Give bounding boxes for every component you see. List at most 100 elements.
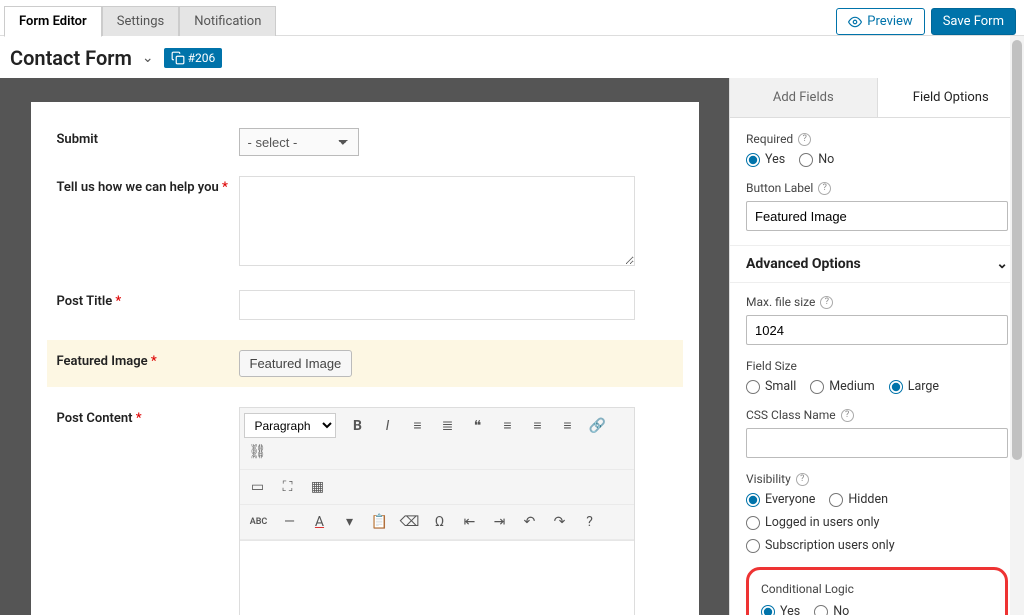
field-post-title[interactable]: Post Title * [57, 290, 673, 320]
rich-text-editor: Paragraph B I ≡ ≣ ❝ ≡ ≡ ≡ 🔗 ⛓ [239, 407, 635, 615]
tab-notification[interactable]: Notification [179, 6, 276, 36]
more-icon[interactable]: ▭ [244, 475, 272, 499]
eye-icon [848, 15, 862, 29]
opt-required: Required? Yes No [746, 132, 1008, 167]
radio-vis-everyone[interactable]: Everyone [746, 492, 815, 507]
paste-icon[interactable]: 📋 [366, 510, 394, 534]
redo-icon[interactable]: ↷ [546, 510, 574, 534]
radio-required-yes[interactable]: Yes [746, 152, 785, 167]
blockquote-icon[interactable]: ❝ [464, 414, 492, 438]
main-tabs: Form Editor Settings Notification [4, 6, 276, 36]
radio-cond-yes[interactable]: Yes [761, 604, 800, 615]
chevron-down-icon: ⌄ [996, 256, 1008, 272]
sidebar: Add Fields Field Options Required? Yes N… [729, 78, 1024, 615]
opt-css-class: CSS Class Name? [746, 408, 1008, 458]
number-list-icon[interactable]: ≣ [434, 414, 462, 438]
radio-vis-hidden[interactable]: Hidden [829, 492, 888, 507]
link-icon[interactable]: 🔗 [584, 414, 612, 438]
field-submit[interactable]: Submit - select - [57, 128, 673, 156]
special-char-icon[interactable]: Ω [426, 510, 454, 534]
css-class-input[interactable] [746, 428, 1008, 458]
radio-vis-sub[interactable]: Subscription users only [746, 538, 895, 553]
radio-required-no[interactable]: No [799, 152, 834, 167]
text-color-icon[interactable]: A [306, 510, 334, 534]
help-textarea[interactable] [239, 176, 635, 266]
field-help[interactable]: Tell us how we can help you * [57, 176, 673, 270]
preview-button[interactable]: Preview [836, 8, 924, 35]
undo-icon[interactable]: ↶ [516, 510, 544, 534]
visibility-label: Visibility [746, 472, 791, 486]
form-title-row: Contact Form ⌄ #206 [0, 36, 1024, 78]
canvas-wrap: Submit - select - Tell us how we can hel… [0, 78, 729, 615]
toolbar-toggle-icon[interactable]: ▦ [304, 475, 332, 499]
help-icon[interactable]: ? [576, 510, 604, 534]
top-bar: Form Editor Settings Notification Previe… [0, 0, 1024, 36]
help-icon[interactable]: ? [798, 133, 811, 146]
tab-field-options[interactable]: Field Options [877, 78, 1024, 117]
max-size-label: Max. file size [746, 295, 815, 309]
button-label-input[interactable] [746, 201, 1008, 231]
save-form-button[interactable]: Save Form [931, 8, 1016, 35]
help-icon[interactable]: ? [818, 182, 831, 195]
advanced-options-header[interactable]: Advanced Options ⌄ [730, 245, 1024, 283]
button-label-label: Button Label [746, 181, 813, 195]
editor-toolbar: Paragraph B I ≡ ≣ ❝ ≡ ≡ ≡ 🔗 ⛓ [240, 408, 634, 541]
strikethrough-icon[interactable]: ABC [244, 510, 274, 534]
cond-label: Conditional Logic [761, 582, 993, 596]
scrollbar-thumb[interactable] [1012, 40, 1022, 460]
indent-icon[interactable]: ⇥ [486, 510, 514, 534]
field-featured-image[interactable]: Featured Image * Featured Image [47, 340, 683, 387]
field-size-label: Field Size [746, 359, 797, 373]
align-right-icon[interactable]: ≡ [554, 414, 582, 438]
conditional-logic-box: Conditional Logic Yes No Submit is - sel… [746, 567, 1008, 615]
field-post-content[interactable]: Post Content * Paragraph B I ≡ ≣ ❝ ≡ [57, 407, 673, 615]
hr-icon[interactable]: — [276, 510, 304, 534]
radio-vis-logged[interactable]: Logged in users only [746, 515, 879, 530]
opt-max-size: Max. file size? [746, 295, 1008, 345]
required-label: Required [746, 132, 793, 146]
caret-icon[interactable]: ▾ [336, 510, 364, 534]
css-class-label: CSS Class Name [746, 408, 836, 422]
scrollbar-track[interactable] [1010, 36, 1024, 615]
opt-button-label: Button Label? [746, 181, 1008, 231]
clear-format-icon[interactable]: ⌫ [396, 510, 424, 534]
fullscreen-icon[interactable]: ⛶ [274, 475, 302, 499]
tab-settings[interactable]: Settings [102, 6, 179, 36]
preview-label: Preview [867, 14, 912, 29]
radio-size-medium[interactable]: Medium [810, 379, 874, 394]
submit-select[interactable]: - select - [239, 128, 359, 156]
radio-size-small[interactable]: Small [746, 379, 796, 394]
shortcode-text: #206 [188, 51, 216, 65]
featured-image-button[interactable]: Featured Image [239, 350, 353, 377]
bold-icon[interactable]: B [344, 414, 372, 438]
align-center-icon[interactable]: ≡ [524, 414, 552, 438]
chevron-down-icon[interactable]: ⌄ [142, 50, 154, 66]
align-left-icon[interactable]: ≡ [494, 414, 522, 438]
italic-icon[interactable]: I [374, 414, 402, 438]
label-help: Tell us how we can help you * [57, 176, 239, 195]
unlink-icon[interactable]: ⛓ [244, 440, 272, 464]
help-icon[interactable]: ? [796, 473, 809, 486]
help-icon[interactable]: ? [820, 296, 833, 309]
label-post-title: Post Title * [57, 290, 239, 309]
radio-size-large[interactable]: Large [889, 379, 939, 394]
label-post-content: Post Content * [57, 407, 239, 426]
copy-icon [171, 51, 185, 65]
radio-cond-no[interactable]: No [814, 604, 849, 615]
shortcode-badge[interactable]: #206 [164, 48, 223, 68]
main-area: Submit - select - Tell us how we can hel… [0, 78, 1024, 615]
label-featured-image: Featured Image * [57, 350, 239, 369]
help-icon[interactable]: ? [841, 409, 854, 422]
bullet-list-icon[interactable]: ≡ [404, 414, 432, 438]
paragraph-select[interactable]: Paragraph [244, 413, 336, 438]
page-title: Contact Form [10, 46, 132, 70]
tab-form-editor[interactable]: Form Editor [4, 6, 102, 37]
tab-add-fields[interactable]: Add Fields [730, 78, 877, 117]
post-title-input[interactable] [239, 290, 635, 320]
form-canvas: Submit - select - Tell us how we can hel… [31, 102, 699, 615]
side-content: Required? Yes No Button Label? Advanced … [730, 118, 1024, 615]
editor-body[interactable] [240, 541, 634, 615]
side-tabs: Add Fields Field Options [730, 78, 1024, 118]
max-size-input[interactable] [746, 315, 1008, 345]
outdent-icon[interactable]: ⇤ [456, 510, 484, 534]
